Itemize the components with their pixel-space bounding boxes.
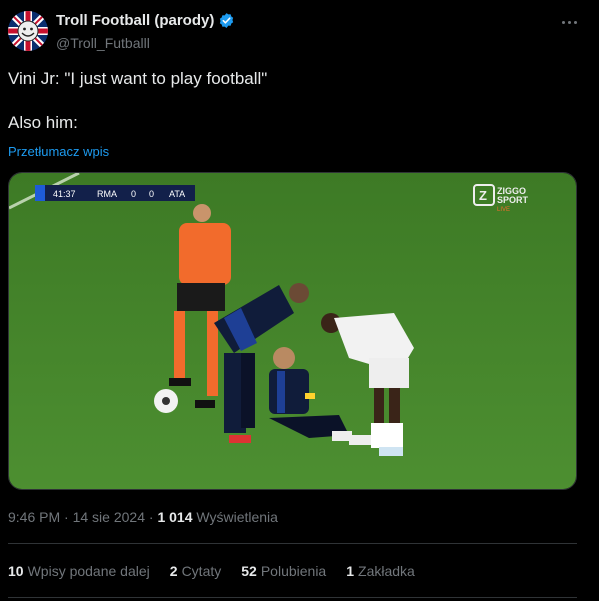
scoreboard-away: ATA [169,189,185,199]
scoreboard-time: 41:37 [53,189,76,199]
divider [8,543,577,544]
author-display-name[interactable]: Troll Football (parody) [56,12,214,29]
bookmarks-stat[interactable]: 1 Zakładka [346,563,415,579]
views-label: Wyświetlenia [196,509,278,525]
translate-link[interactable]: Przetłumacz wpis [8,144,109,159]
svg-text:Z: Z [479,188,487,203]
svg-text:SPORT: SPORT [497,195,529,205]
football-photo: 41:37 RMA 0 0 ATA Z ZIGGO SPORT LIVE [9,173,576,489]
views-count: 1 014 [157,509,193,525]
meta-separator: · [148,509,154,525]
author-name-row: Troll Football (parody) [56,12,235,29]
scoreboard: 41:37 RMA 0 0 ATA [35,185,195,201]
tweet-date[interactable]: 14 sie 2024 [73,509,145,525]
reposts-stat[interactable]: 10 Wpisy podane dalej [8,563,150,579]
tweet-meta: 9:46 PM · 14 sie 2024 · 1 014 Wyświetlen… [8,509,278,525]
avatar-flag-icon [8,11,48,51]
scoreboard-home-score: 0 [131,189,136,199]
verified-badge-icon [220,13,234,28]
tweet-time[interactable]: 9:46 PM [8,509,60,525]
quotes-stat[interactable]: 2 Cytaty [170,563,221,579]
author-handle[interactable]: @Troll_Futballl [56,35,150,51]
divider [8,597,577,598]
tweet-media-image[interactable]: 41:37 RMA 0 0 ATA Z ZIGGO SPORT LIVE [8,172,577,490]
author-avatar[interactable] [8,11,48,51]
scoreboard-away-score: 0 [149,189,154,199]
engagement-stats: 10 Wpisy podane dalej 2 Cytaty 52 Polubieni… [8,563,415,579]
tweet-text: Vini Jr: "I just want to play football" … [8,69,268,132]
meta-separator: · [64,509,69,525]
more-options-icon[interactable] [558,14,580,30]
scoreboard-home: RMA [97,189,117,199]
svg-text:LIVE: LIVE [497,207,510,213]
likes-stat[interactable]: 52 Polubienia [241,563,326,579]
